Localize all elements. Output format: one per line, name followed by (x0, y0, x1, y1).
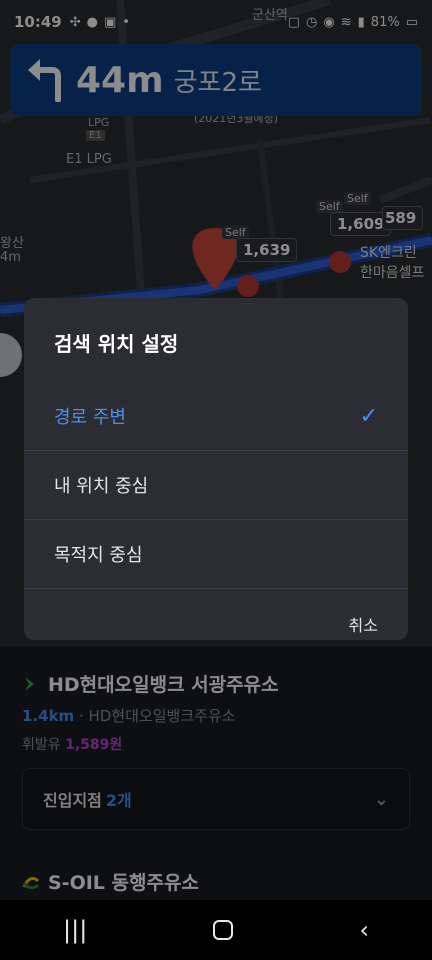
back-icon[interactable]: ‹ (359, 916, 369, 944)
search-location-dialog: 검색 위치 설정 경로 주변 ✓ 내 위치 중심 목적지 중심 취소 (24, 298, 408, 640)
option-route-around[interactable]: 경로 주변 ✓ (24, 382, 408, 451)
option-label: 목적지 중심 (54, 545, 143, 566)
recent-apps-icon[interactable]: ||| (63, 916, 87, 944)
home-icon[interactable] (213, 920, 234, 940)
option-my-location[interactable]: 내 위치 중심 (24, 451, 408, 520)
option-destination[interactable]: 목적지 중심 (24, 520, 408, 589)
dialog-title: 검색 위치 설정 (54, 332, 179, 356)
option-label: 내 위치 중심 (54, 476, 149, 497)
system-navigation-bar: ||| ‹ (0, 900, 432, 960)
cancel-button[interactable]: 취소 (349, 612, 378, 636)
option-label: 경로 주변 (54, 407, 126, 428)
checkmark-icon: ✓ (359, 403, 378, 429)
